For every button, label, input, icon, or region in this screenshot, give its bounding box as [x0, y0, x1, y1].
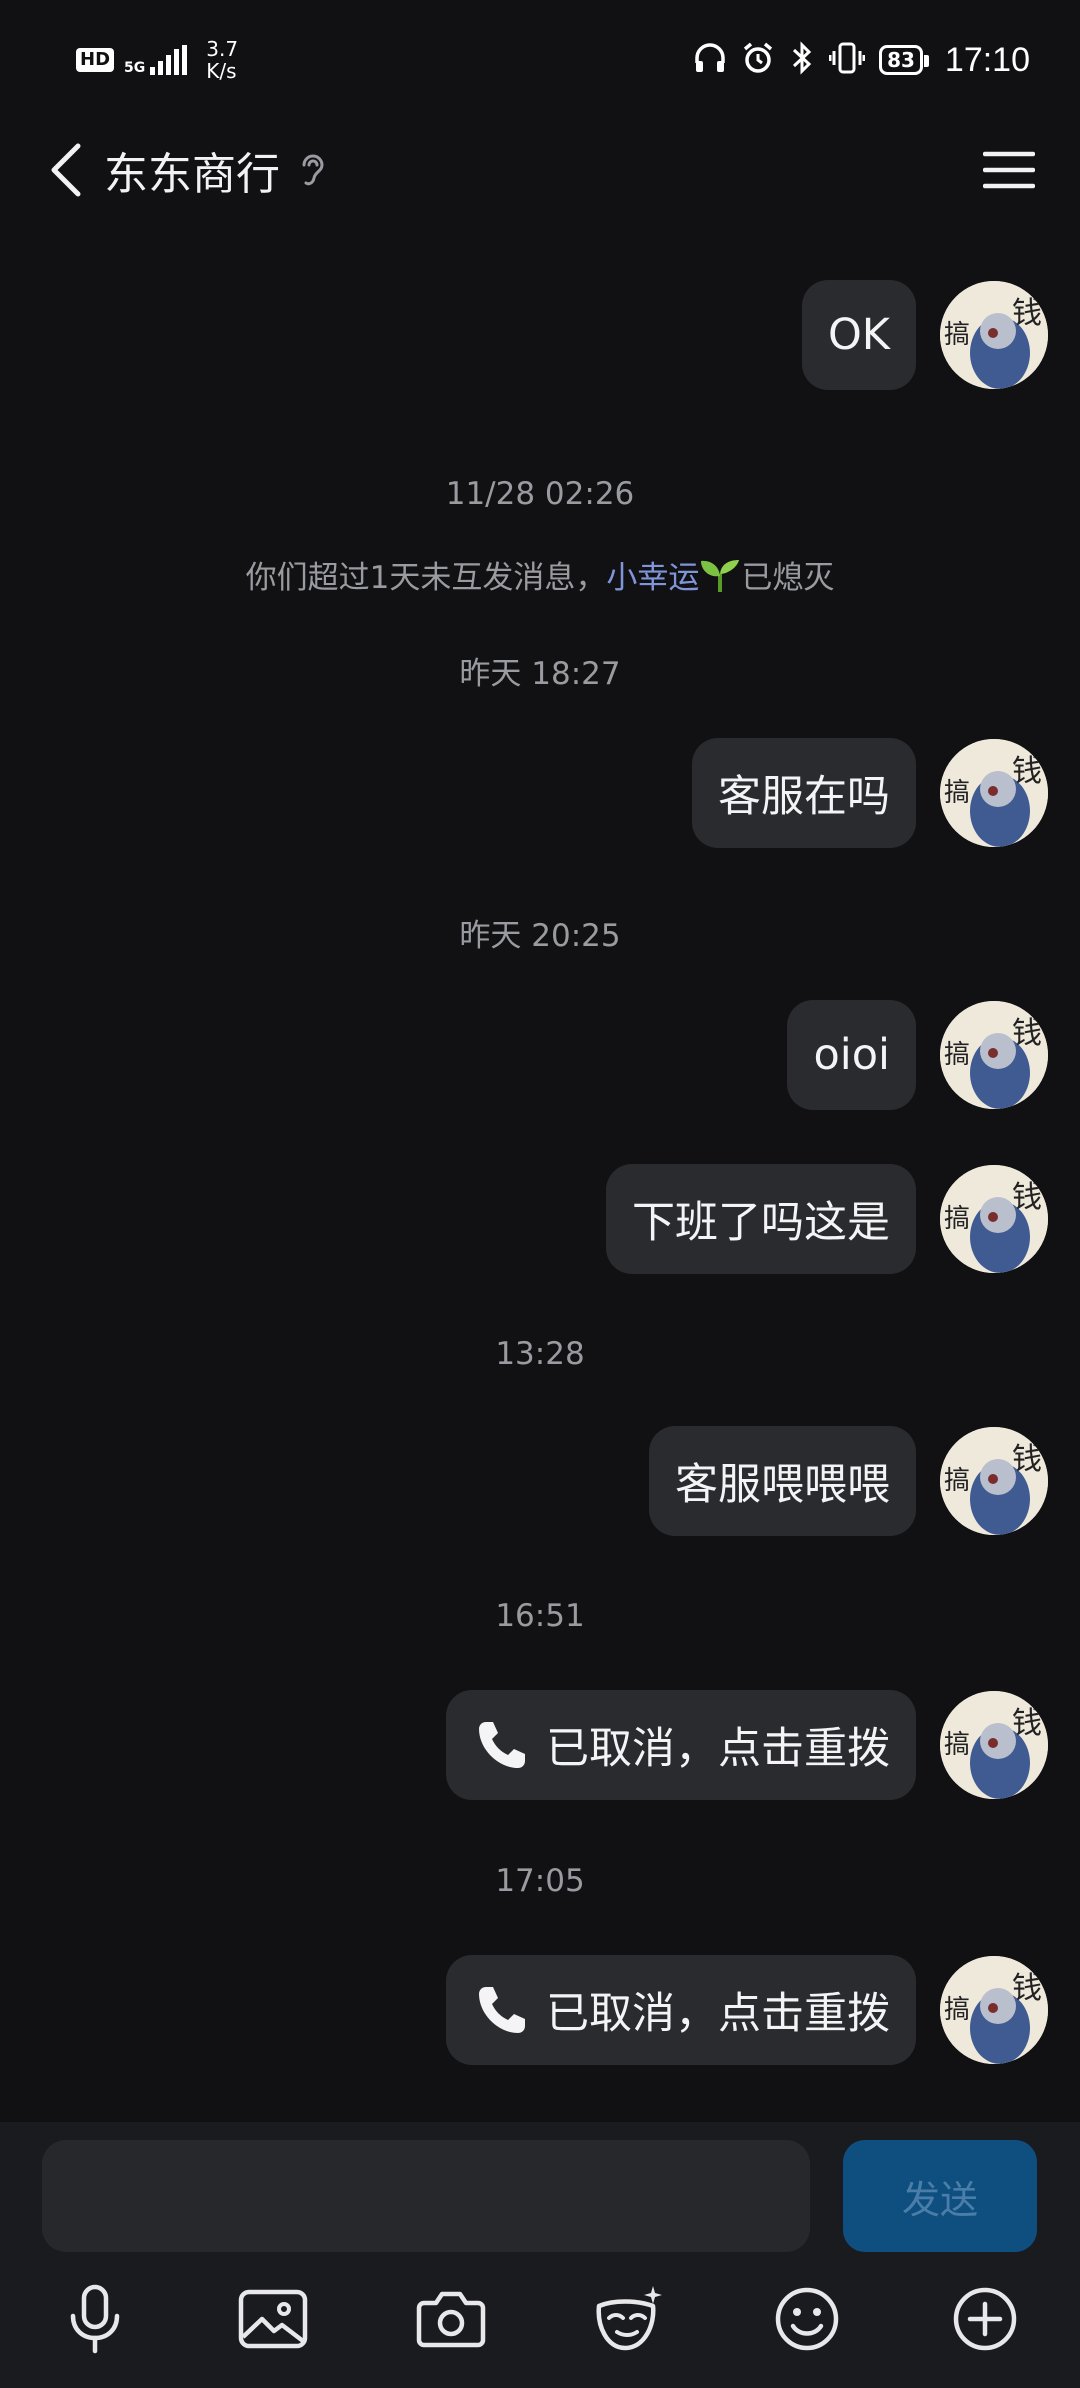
message-bubble[interactable]: OK: [801, 280, 916, 390]
message-input[interactable]: [42, 2140, 810, 2252]
svg-text:钱: 钱: [1012, 754, 1042, 789]
svg-text:钱: 钱: [1012, 1016, 1042, 1051]
headphones-icon: [693, 41, 727, 79]
avatar[interactable]: 搞钱: [940, 1956, 1048, 2064]
message-row: oioi 搞钱: [787, 1000, 1048, 1110]
microphone-icon[interactable]: [58, 2282, 132, 2356]
timestamp: 昨天 18:27: [459, 656, 621, 692]
bluetooth-icon: [789, 41, 815, 79]
input-area: 发送: [0, 2122, 1080, 2388]
avatar[interactable]: 搞钱: [940, 739, 1048, 847]
svg-text:搞: 搞: [944, 1040, 970, 1070]
message-bubble[interactable]: 客服在吗: [692, 738, 916, 848]
system-message: 你们超过1天未互发消息，小幸运 已熄灭: [0, 552, 1080, 597]
call-status-text: 已取消，点击重拨: [546, 1989, 890, 2039]
call-status-text: 已取消，点击重拨: [546, 1724, 890, 1774]
menu-button[interactable]: [974, 135, 1044, 205]
vibrate-icon: [828, 41, 866, 79]
plus-icon[interactable]: [948, 2282, 1022, 2356]
ear-icon[interactable]: [298, 151, 328, 189]
avatar[interactable]: 搞钱: [940, 1165, 1048, 1273]
timestamp: 17:05: [495, 1863, 585, 1899]
network-type: 5G: [124, 60, 146, 76]
message-bubble[interactable]: oioi: [787, 1000, 916, 1110]
phone-icon: [476, 1719, 528, 1771]
message-row: 下班了吗这是 搞钱: [606, 1164, 1048, 1274]
chat-screen: HD 5G 3.7 K/s 83 17:10 东东商行 OK 搞 钱 11/28…: [0, 0, 1080, 2388]
hamburger-icon: [983, 151, 1035, 189]
camera-icon[interactable]: [414, 2282, 488, 2356]
svg-text:搞: 搞: [944, 1466, 970, 1496]
mask-icon[interactable]: [592, 2282, 666, 2356]
alarm-icon: [741, 41, 775, 79]
hd-badge: HD: [76, 48, 115, 72]
svg-text:搞: 搞: [944, 1730, 970, 1760]
image-icon[interactable]: [236, 2282, 310, 2356]
chevron-left-icon: [51, 143, 81, 197]
timestamp: 11/28 02:26: [445, 476, 635, 512]
net-speed-unit: K/s: [206, 59, 237, 83]
status-time: 17:10: [944, 40, 1030, 79]
status-right: 83 17:10: [693, 41, 1030, 80]
svg-text:钱: 钱: [1012, 1442, 1042, 1477]
input-toolbar: [0, 2282, 1080, 2382]
message-row: 客服喂喂喂 搞钱: [649, 1426, 1048, 1536]
svg-text:搞: 搞: [944, 1995, 970, 2025]
svg-text:钱: 钱: [1012, 296, 1042, 331]
net-speed: 3.7 K/s: [206, 38, 238, 82]
timestamp: 13:28: [495, 1336, 585, 1372]
status-left: HD 5G 3.7 K/s: [76, 38, 238, 82]
svg-text:搞: 搞: [944, 778, 970, 808]
message-bubble[interactable]: 下班了吗这是: [606, 1164, 916, 1274]
phone-icon: [476, 1984, 528, 2036]
call-bubble[interactable]: 已取消，点击重拨: [446, 1690, 916, 1800]
lucky-link[interactable]: 小幸运: [606, 560, 699, 596]
avatar[interactable]: 搞钱: [940, 1427, 1048, 1535]
svg-text:钱: 钱: [1012, 1706, 1042, 1741]
emoji-icon[interactable]: [770, 2282, 844, 2356]
message-row: 客服在吗 搞钱: [692, 738, 1048, 848]
signal-icon: 5G: [124, 45, 188, 75]
svg-text:搞: 搞: [944, 320, 970, 350]
timestamp: 16:51: [495, 1598, 585, 1634]
timestamp: 昨天 20:25: [459, 918, 621, 954]
avatar[interactable]: 搞钱: [940, 1691, 1048, 1799]
chat-header: 东东商行: [0, 120, 1080, 220]
sprout-icon: [699, 560, 741, 596]
message-row: 已取消，点击重拨 搞钱: [446, 1690, 1048, 1800]
back-button[interactable]: [36, 130, 96, 210]
avatar[interactable]: 搞钱: [940, 1001, 1048, 1109]
message-row: OK 搞钱: [801, 280, 1048, 390]
chat-title[interactable]: 东东商行: [104, 138, 280, 202]
status-bar: HD 5G 3.7 K/s 83 17:10: [0, 0, 1080, 120]
net-speed-value: 3.7: [206, 37, 239, 61]
svg-text:搞: 搞: [944, 1204, 970, 1234]
send-button[interactable]: 发送: [843, 2140, 1037, 2252]
system-message-suffix: 已熄灭: [741, 560, 835, 596]
battery-indicator: 83: [879, 45, 929, 75]
call-bubble[interactable]: 已取消，点击重拨: [446, 1955, 916, 2065]
svg-text:钱: 钱: [1012, 1180, 1042, 1215]
system-message-text: 你们超过1天未互发消息，: [245, 560, 607, 596]
avatar[interactable]: 搞钱: [940, 281, 1048, 389]
message-row: 已取消，点击重拨 搞钱: [446, 1955, 1048, 2065]
message-bubble[interactable]: 客服喂喂喂: [649, 1426, 916, 1536]
svg-text:钱: 钱: [1012, 1971, 1042, 2006]
